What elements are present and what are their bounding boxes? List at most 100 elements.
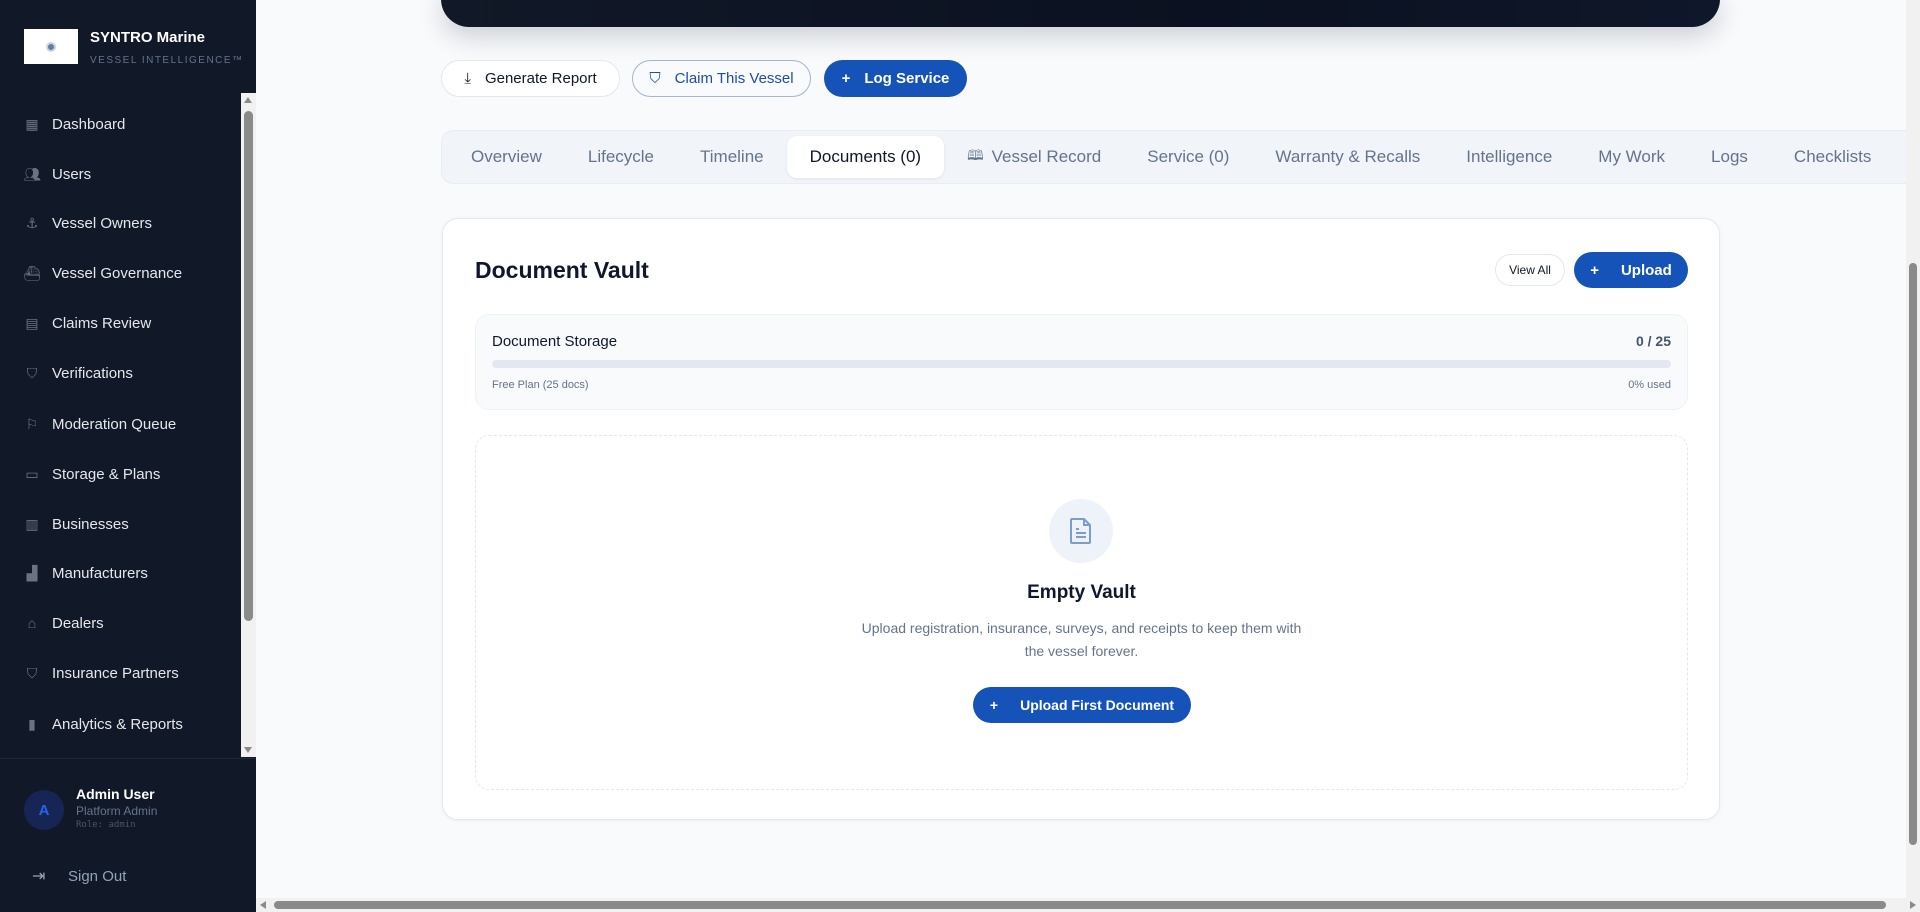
download-icon: ⤓ xyxy=(464,70,471,87)
empty-state-dropzone[interactable]: Empty Vault Upload registration, insuran… xyxy=(475,435,1688,790)
logo-emblem-icon xyxy=(46,41,56,52)
sidebar-divider xyxy=(0,758,256,759)
sidebar-item-label: Vessel Governance xyxy=(52,264,183,282)
sign-out-button[interactable]: ⇥ Sign Out xyxy=(32,866,126,886)
shield-icon: ⛉ xyxy=(649,70,661,87)
avatar: A xyxy=(24,790,64,830)
view-all-button[interactable]: View All xyxy=(1495,254,1565,286)
storage-label: Document Storage xyxy=(492,333,618,350)
hard-drive-icon: ▭ xyxy=(25,465,39,482)
tab-service[interactable]: Service (0) xyxy=(1124,136,1252,178)
sidebar-item-dashboard[interactable]: ▦ Dashboard xyxy=(0,104,240,144)
book-icon: 🕮︎ xyxy=(967,147,984,163)
horizontal-scrollbar-thumb[interactable] xyxy=(274,901,1886,909)
anchor-icon: ⚓︎ xyxy=(25,214,39,231)
scroll-up-icon[interactable] xyxy=(244,97,252,103)
sidebar-item-label: Insurance Partners xyxy=(52,664,179,682)
page-vertical-scrollbar[interactable] xyxy=(1906,0,1920,898)
claim-vessel-button[interactable]: ⛉ Claim This Vessel xyxy=(632,60,811,97)
sidebar-item-insurance-partners[interactable]: ⛉ Insurance Partners xyxy=(0,653,240,693)
storage-count: 0 / 25 xyxy=(1635,333,1671,349)
sidebar-item-dealers[interactable]: ⌂ Dealers xyxy=(0,603,240,643)
sidebar-item-label: Verifications xyxy=(52,364,133,382)
sidebar-item-vessel-governance[interactable]: ⛴︎ Vessel Governance xyxy=(0,253,240,293)
sidebar-item-label: Dashboard xyxy=(52,115,126,133)
sidebar-item-manufacturers[interactable]: ▟ Manufacturers xyxy=(0,553,240,593)
tab-logs[interactable]: Logs xyxy=(1688,136,1771,178)
sidebar-item-label: Dealers xyxy=(52,614,104,632)
scroll-right-icon[interactable] xyxy=(1910,901,1916,909)
upload-first-document-button[interactable]: + Upload First Document xyxy=(973,687,1191,723)
building-icon: ▥ xyxy=(25,515,39,532)
plus-icon: + xyxy=(841,70,851,87)
scroll-down-icon[interactable] xyxy=(244,747,252,753)
vessel-tabs: Overview Lifecycle Timeline Documents (0… xyxy=(441,130,1907,184)
file-icon: ▤ xyxy=(25,314,39,331)
sidebar-item-label: Storage & Plans xyxy=(52,465,161,483)
vessel-hero-banner xyxy=(441,0,1720,27)
store-icon: ⌂ xyxy=(27,615,37,631)
sidebar-scrollbar[interactable] xyxy=(241,93,256,757)
sidebar-item-label: Claims Review xyxy=(52,314,152,332)
tab-vessel-record[interactable]: 🕮︎ Vessel Record xyxy=(944,136,1124,178)
sidebar-item-label: Analytics & Reports xyxy=(52,715,183,733)
sidebar-item-vessel-owners[interactable]: ⚓︎ Vessel Owners xyxy=(0,203,240,243)
tab-my-work[interactable]: My Work xyxy=(1575,136,1688,178)
brand-tagline: VESSEL INTELLIGENCE™ xyxy=(90,55,244,66)
sidebar-item-users[interactable]: 👥︎ Users xyxy=(0,154,240,194)
sidebar-item-label: Vessel Owners xyxy=(52,214,153,232)
vertical-scrollbar-thumb[interactable] xyxy=(1909,263,1917,845)
shield-icon: ⛉ xyxy=(26,364,38,381)
sidebar-nav: ▦ Dashboard 👥︎ Users ⚓︎ Vessel Owners ⛴︎ Ves… xyxy=(0,100,240,758)
tab-label: Vessel Record xyxy=(991,147,1102,166)
button-label: Claim This Vessel xyxy=(674,70,794,87)
factory-icon: ▟ xyxy=(26,564,38,581)
page-horizontal-scrollbar[interactable] xyxy=(256,898,1920,912)
document-vault-card: Document Vault View All + Upload Document… xyxy=(442,218,1720,820)
tab-documents[interactable]: Documents (0) xyxy=(786,136,945,178)
brand-name: SYNTRO Marine xyxy=(90,29,206,46)
user-title: Platform Admin xyxy=(76,804,158,818)
button-label: Upload xyxy=(1620,261,1672,279)
storage-plan: Free Plan (25 docs) xyxy=(492,379,589,391)
tab-checklists[interactable]: Checklists xyxy=(1771,136,1894,178)
button-label: Generate Report xyxy=(484,70,597,87)
storage-used: 0% used xyxy=(1628,379,1671,391)
upload-button[interactable]: + Upload xyxy=(1574,252,1688,288)
sign-out-label: Sign Out xyxy=(68,867,127,885)
tab-warranty-recalls[interactable]: Warranty & Recalls xyxy=(1252,136,1443,178)
sidebar: SYNTRO Marine VESSEL INTELLIGENCE™ ▦ Dash… xyxy=(0,0,256,912)
button-label: Log Service xyxy=(864,70,950,87)
logout-icon: ⇥ xyxy=(32,868,46,885)
sidebar-item-businesses[interactable]: ▥ Businesses xyxy=(0,504,240,544)
storage-progress-bar xyxy=(492,360,1671,368)
user-name: Admin User xyxy=(76,786,155,802)
scroll-left-icon[interactable] xyxy=(260,901,266,909)
user-role: Role: admin xyxy=(76,820,136,830)
ship-icon: ⛴︎ xyxy=(23,264,41,281)
tab-timeline[interactable]: Timeline xyxy=(677,136,787,178)
users-icon: 👥︎ xyxy=(23,165,41,182)
sidebar-item-moderation-queue[interactable]: ⚐ Moderation Queue xyxy=(0,404,240,444)
sidebar-item-storage-plans[interactable]: ▭ Storage & Plans xyxy=(0,454,240,494)
sidebar-item-label: Users xyxy=(52,165,92,183)
sidebar-item-analytics-reports[interactable]: ▮ Analytics & Reports xyxy=(0,704,240,744)
plus-icon: + xyxy=(1590,261,1599,279)
sidebar-scrollbar-thumb[interactable] xyxy=(244,111,253,621)
sidebar-item-label: Moderation Queue xyxy=(52,415,177,433)
bar-chart-icon: ▮ xyxy=(28,715,36,732)
sidebar-item-claims-review[interactable]: ▤ Claims Review xyxy=(0,303,240,343)
empty-state-description: Upload registration, insurance, surveys,… xyxy=(861,620,1302,659)
tab-lifecycle[interactable]: Lifecycle xyxy=(565,136,677,178)
generate-report-button[interactable]: ⤓ Generate Report xyxy=(441,60,620,97)
document-storage-panel: Document Storage 0 / 25 Free Plan (25 do… xyxy=(475,314,1688,410)
page-title: Document Vault xyxy=(475,257,649,283)
tab-overview[interactable]: Overview xyxy=(448,136,565,178)
logo xyxy=(24,29,78,64)
grid-icon: ▦ xyxy=(25,115,39,132)
log-service-button[interactable]: + Log Service xyxy=(824,60,967,97)
plus-icon: + xyxy=(989,697,999,713)
tab-intelligence[interactable]: Intelligence xyxy=(1443,136,1575,178)
sidebar-item-verifications[interactable]: ⛉ Verifications xyxy=(0,353,240,393)
document-icon xyxy=(1049,499,1113,563)
